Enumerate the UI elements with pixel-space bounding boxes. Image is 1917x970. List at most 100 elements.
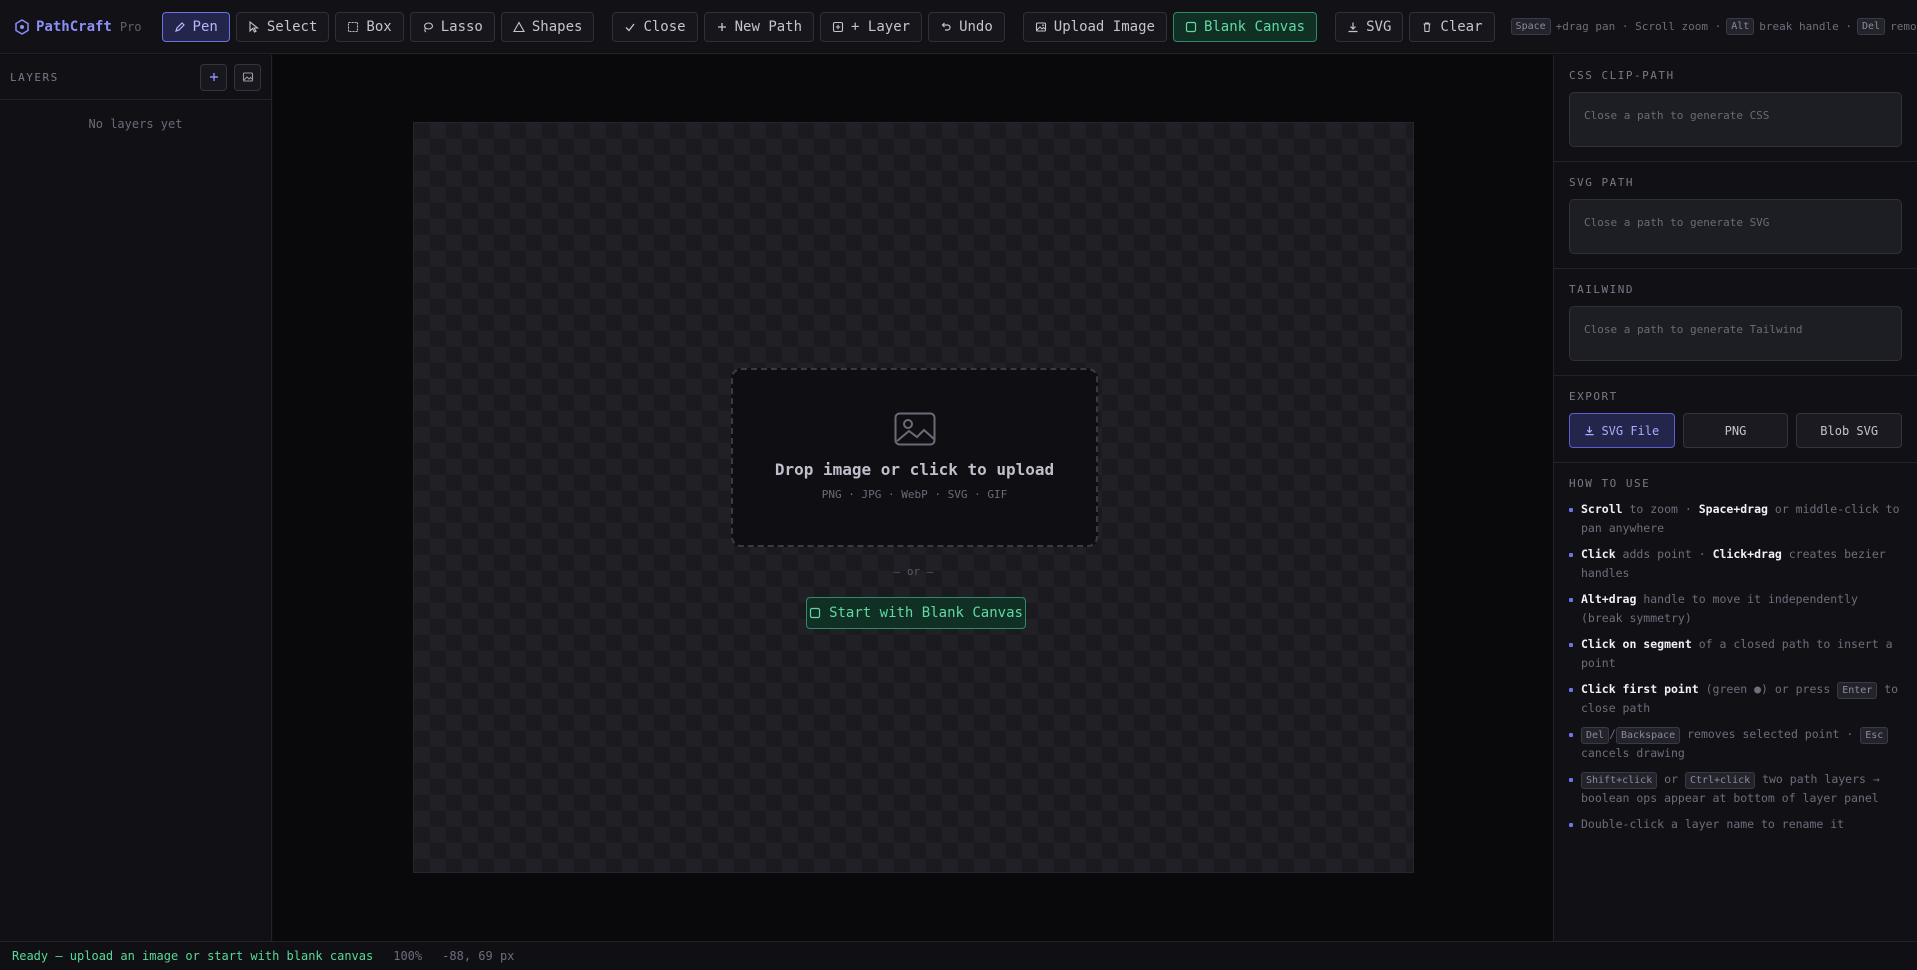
start-blank-canvas-label: Start with Blank Canvas — [829, 605, 1023, 621]
toolbar: PathCraft Pro Pen Select Box Lasso Shape… — [0, 0, 1917, 54]
css-output-box[interactable]: Close a path to generate CSS — [1569, 92, 1902, 147]
hexagon-logo-icon — [15, 18, 29, 35]
hint-text: break handle · — [1759, 20, 1853, 33]
export-section-title: EXPORT — [1569, 390, 1618, 403]
kbd-del: Del — [1581, 727, 1610, 744]
add-layer-button[interactable]: + Layer — [820, 11, 923, 42]
dropzone-title: Drop image or click to upload — [774, 460, 1055, 479]
blank-canvas-button[interactable]: Blank Canvas — [1172, 11, 1318, 42]
kbd-enter: Enter — [1837, 682, 1878, 699]
tip-text: (green ●) or press — [1698, 682, 1838, 696]
kbd-space: Space — [1510, 18, 1551, 35]
tip-item: Click first point (green ●) or press Ent… — [1569, 680, 1902, 718]
hint-text: remove p — [1890, 20, 1917, 33]
svg-path-section: SVG PATH Close a path to generate SVG — [1554, 162, 1917, 269]
tip-key: Click first point — [1581, 682, 1699, 696]
brand-tier: Pro — [119, 19, 142, 34]
upload-image-button[interactable]: Upload Image — [1022, 11, 1167, 42]
tip-key: Alt+drag — [1581, 592, 1637, 606]
tip-item: Del / Backspace removes selected point · E… — [1569, 725, 1902, 763]
export-svg-file-button[interactable]: SVG File — [1569, 413, 1675, 448]
kbd-del: Del — [1857, 18, 1886, 35]
export-svg-button[interactable]: SVG — [1335, 11, 1404, 42]
export-png-button[interactable]: PNG — [1682, 413, 1789, 448]
undo-label: Undo — [959, 18, 993, 35]
export-png-label: PNG — [1724, 423, 1747, 438]
add-layer-icon-button[interactable] — [200, 63, 227, 91]
check-icon — [625, 23, 635, 31]
pen-tool-label: Pen — [192, 18, 218, 35]
box-tool-button[interactable]: Box — [335, 11, 404, 42]
css-clip-path-section: CSS CLIP-PATH Close a path to generate C… — [1554, 55, 1917, 162]
export-svg-file-label: SVG File — [1601, 423, 1660, 438]
shapes-tool-label: Shapes — [531, 18, 583, 35]
tip-text: removes selected point · — [1680, 727, 1861, 741]
kbd-ctrl-click: Ctrl+click — [1684, 772, 1756, 789]
square-icon — [809, 607, 821, 619]
download-icon — [1348, 22, 1358, 32]
image-icon — [1035, 21, 1046, 32]
upload-dropzone[interactable]: Drop image or click to upload PNG · JPG … — [731, 368, 1098, 547]
undo-icon — [941, 22, 951, 31]
box-select-icon — [348, 21, 359, 32]
clear-button[interactable]: Clear — [1409, 11, 1495, 42]
canvas-viewport[interactable]: Drop image or click to upload PNG · JPG … — [273, 55, 1553, 941]
close-path-button[interactable]: Close — [612, 11, 698, 42]
tip-key: Click+drag — [1712, 547, 1782, 561]
layers-empty-message: No layers yet — [88, 117, 183, 131]
hint-text: +drag pan · Scroll zoom · — [1555, 20, 1722, 33]
tip-text: Double-click a layer name to rename it — [1581, 817, 1845, 831]
add-image-layer-button[interactable] — [234, 63, 261, 91]
tip-key: Space+drag — [1698, 502, 1768, 516]
add-layer-label: + Layer — [851, 18, 911, 35]
tip-text: cancels drawing — [1581, 746, 1685, 760]
trash-icon — [1423, 21, 1431, 32]
brand-name: PathCraft — [36, 18, 112, 35]
upload-image-label: Upload Image — [1053, 18, 1155, 35]
tips-list: Scroll to zoom · Space+drag or middle-cl… — [1569, 500, 1902, 834]
close-path-label: Close — [643, 18, 686, 35]
export-blob-svg-label: Blob SVG — [1820, 423, 1879, 438]
tailwind-output-box[interactable]: Close a path to generate Tailwind — [1569, 306, 1902, 361]
triangle-icon — [512, 20, 525, 32]
drawing-canvas[interactable]: Drop image or click to upload PNG · JPG … — [413, 122, 1414, 873]
how-to-use-section: HOW TO USE Scroll to zoom · Space+drag o… — [1554, 463, 1917, 855]
tip-text: / — [1609, 727, 1616, 741]
new-path-button[interactable]: New Path — [703, 11, 815, 42]
tip-item: Scroll to zoom · Space+drag or middle-cl… — [1569, 500, 1902, 538]
brand: PathCraft Pro — [14, 19, 142, 35]
status-message: Ready — upload an image or start with bl… — [12, 949, 374, 963]
kbd-esc: Esc — [1860, 727, 1889, 744]
how-to-title: HOW TO USE — [1569, 477, 1651, 490]
svg-output-box[interactable]: Close a path to generate SVG — [1569, 199, 1902, 254]
status-bar: Ready — upload an image or start with bl… — [0, 941, 1917, 970]
cursor-coordinates: -88, 69 px — [442, 949, 515, 963]
tip-item: Alt+drag handle to move it independently… — [1569, 590, 1902, 628]
tip-text: or — [1657, 772, 1685, 786]
export-blob-svg-button[interactable]: Blob SVG — [1796, 413, 1903, 448]
shapes-tool-button[interactable]: Shapes — [500, 11, 595, 42]
undo-button[interactable]: Undo — [928, 11, 1005, 42]
layers-panel: LAYERS No layers yet — [0, 55, 272, 941]
tip-item: Click on segment of a closed path to ins… — [1569, 635, 1902, 673]
square-icon — [1185, 21, 1197, 32]
tip-item: Double-click a layer name to rename it — [1569, 815, 1902, 834]
box-tool-label: Box — [366, 18, 392, 35]
svg-section-title: SVG PATH — [1569, 176, 1634, 189]
export-buttons: SVG File PNG Blob SVG — [1569, 413, 1903, 448]
dropzone-formats: PNG · JPG · WebP · SVG · GIF — [821, 488, 1008, 501]
pen-tool-button[interactable]: Pen — [161, 11, 230, 42]
lasso-tool-button[interactable]: Lasso — [409, 11, 495, 42]
lasso-icon — [423, 21, 433, 32]
cursor-icon — [249, 20, 259, 33]
image-icon — [242, 72, 253, 82]
zoom-level: 100% — [393, 949, 423, 963]
layers-title: LAYERS — [10, 70, 59, 84]
start-blank-canvas-button[interactable]: Start with Blank Canvas — [806, 597, 1026, 629]
select-tool-button[interactable]: Select — [235, 11, 330, 42]
css-section-title: CSS CLIP-PATH — [1569, 69, 1675, 82]
tip-key: Scroll — [1581, 502, 1623, 516]
export-section: EXPORT SVG File PNG Blob SVG — [1554, 376, 1917, 463]
export-svg-label: SVG — [1366, 18, 1392, 35]
kbd-shift-click: Shift+click — [1581, 772, 1658, 789]
